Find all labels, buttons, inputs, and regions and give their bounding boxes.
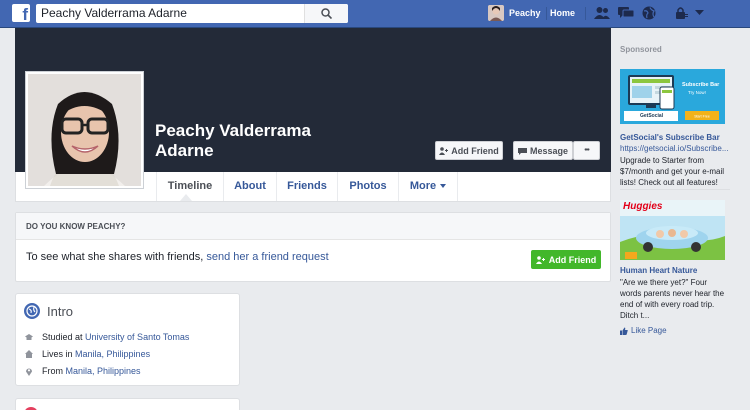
prompt-static-text: To see what she shares with friends,: [26, 251, 204, 263]
sponsored-heading: Sponsored: [620, 45, 662, 54]
ad-image-getsocial[interactable]: Start Free Subscribe Bar Try Now! GetSoc…: [620, 69, 725, 124]
intro-prefix: From: [42, 366, 63, 376]
ad-image-text: Subscribe Bar: [682, 82, 720, 88]
home-link[interactable]: Home: [550, 8, 575, 18]
active-tab-indicator: [180, 194, 192, 201]
privacy-shortcuts-icon[interactable]: [676, 6, 688, 20]
thumbs-up-icon: [620, 327, 628, 335]
home-icon: [25, 350, 33, 358]
intro-prefix: Studied at: [42, 332, 83, 342]
send-friend-request-link[interactable]: send her a friend request: [206, 251, 328, 263]
more-options-icon: •••: [584, 147, 589, 154]
messages-icon[interactable]: [618, 6, 634, 20]
ad-body-text: Upgrade to Starter from $7/month and get…: [620, 156, 725, 187]
ad-image-brand: GetSocial: [640, 113, 664, 119]
search-button[interactable]: [304, 4, 348, 23]
tab-about[interactable]: About: [223, 172, 276, 201]
tab-label: More: [409, 180, 437, 192]
user-name-link[interactable]: Peachy: [509, 8, 541, 18]
tab-label: Timeline: [167, 180, 213, 192]
ad-title-link[interactable]: GetSocial's Subscribe Bar: [620, 133, 720, 142]
friend-requests-icon[interactable]: [594, 6, 610, 20]
ad-image-huggies[interactable]: Huggies: [620, 200, 725, 260]
ad-image-text: Try Now!: [688, 90, 706, 95]
nav-divider: [585, 7, 586, 20]
location-pin-icon: [26, 368, 32, 376]
next-card: [15, 398, 240, 410]
logo-letter: f: [22, 5, 28, 24]
search-input[interactable]: Peachy Valderrama Adarne: [36, 4, 348, 23]
ad-url-link[interactable]: https://getsocial.io/Subscribe...: [620, 144, 729, 153]
profile-picture[interactable]: [25, 71, 144, 189]
card-heading: DO YOU KNOW PEACHY?: [16, 213, 610, 240]
add-friend-icon: [535, 255, 545, 264]
like-page-label: Like Page: [631, 326, 667, 335]
ad-title-link[interactable]: Human Heart Nature: [620, 266, 697, 275]
intro-education: Studied at University of Santo Tomas: [25, 332, 189, 342]
add-friend-icon: [439, 146, 449, 155]
message-button[interactable]: Message: [513, 141, 573, 160]
friend-request-prompt-card: DO YOU KNOW PEACHY? To see what she shar…: [15, 212, 611, 282]
current-city-link[interactable]: Manila, Philippines: [75, 349, 150, 359]
prompt-text: To see what she shares with friends, sen…: [26, 251, 329, 263]
notifications-icon[interactable]: [642, 6, 656, 20]
tab-more[interactable]: More: [398, 172, 458, 201]
add-friend-button-green[interactable]: Add Friend: [531, 250, 601, 269]
nav-divider: [546, 7, 547, 20]
search-icon: [321, 8, 332, 19]
ad-image-brand: Huggies: [623, 201, 663, 212]
profile-photo: [28, 74, 141, 186]
school-link[interactable]: University of Santo Tomas: [85, 332, 189, 342]
facebook-logo[interactable]: f: [12, 4, 30, 24]
globe-icon: [24, 303, 40, 319]
add-friend-label: Add Friend: [451, 145, 499, 156]
search-value: Peachy Valderrama Adarne: [41, 6, 187, 20]
top-navigation-bar: f Peachy Valderrama Adarne Peachy Home: [0, 0, 750, 28]
tab-label: Friends: [287, 180, 327, 192]
intro-prefix: Lives in: [42, 349, 73, 359]
user-avatar[interactable]: [488, 5, 504, 21]
tab-photos[interactable]: Photos: [337, 172, 398, 201]
ad-body-text: "Are we there yet?" Four words parents n…: [620, 278, 725, 320]
intro-card: Intro Studied at University of Santo Tom…: [15, 293, 240, 386]
add-friend-button[interactable]: Add Friend: [435, 141, 503, 160]
tab-label: About: [234, 180, 266, 192]
message-label: Message: [529, 145, 569, 156]
profile-name[interactable]: Peachy Valderrama Adarne: [155, 121, 355, 161]
hometown-link[interactable]: Manila, Philippines: [66, 366, 141, 376]
education-icon: [25, 333, 33, 340]
intro-title: Intro: [47, 304, 74, 319]
more-options-button[interactable]: •••: [573, 141, 600, 160]
tab-label: Photos: [349, 180, 387, 192]
tab-friends[interactable]: Friends: [276, 172, 337, 201]
message-icon: [517, 147, 527, 155]
intro-from: From Manila, Philippines: [25, 366, 141, 376]
like-page-button[interactable]: Like Page: [620, 326, 667, 335]
intro-lives-in: Lives in Manila, Philippines: [25, 349, 150, 359]
chevron-down-icon: [440, 184, 447, 189]
svg-text:Start Free: Start Free: [694, 115, 710, 119]
add-friend-label: Add Friend: [548, 254, 597, 265]
ad-divider: [620, 189, 730, 190]
account-menu-icon[interactable]: [695, 10, 704, 16]
